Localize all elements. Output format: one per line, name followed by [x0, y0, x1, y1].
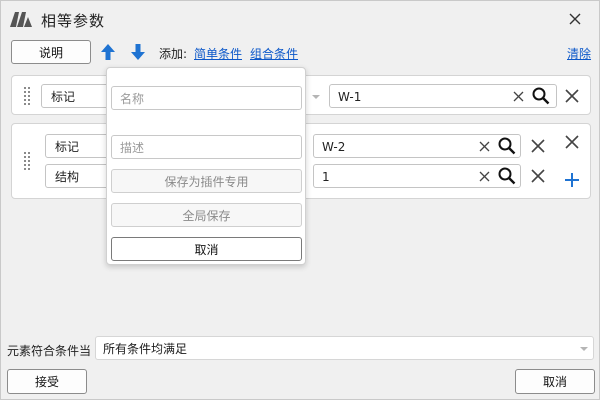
clear-link[interactable]: 清除	[567, 45, 591, 62]
app-logo-icon	[10, 12, 32, 27]
help-button[interactable]: 说明	[11, 40, 91, 64]
search-icon	[498, 167, 516, 185]
cancel-button[interactable]: 取消	[515, 369, 595, 394]
popup-cancel-button[interactable]: 取消	[111, 237, 302, 261]
description-input[interactable]: 描述	[111, 135, 302, 159]
clear-icon	[513, 91, 523, 101]
condition-value-input[interactable]: 1	[313, 164, 521, 188]
window-close-button[interactable]	[563, 7, 587, 31]
search-value-button[interactable]	[498, 167, 516, 185]
arrow-down-icon	[131, 44, 145, 60]
match-condition-label: 元素符合条件当	[7, 344, 92, 358]
condition-value-input[interactable]: W-1	[329, 84, 557, 108]
add-simple-condition-link[interactable]: 简单条件	[194, 45, 242, 62]
condition-field-select[interactable]: 结构	[45, 164, 115, 188]
match-mode-select[interactable]: 所有条件均满足	[95, 336, 594, 360]
condition-field-select[interactable]: 标记	[45, 134, 115, 158]
arrow-up-icon	[101, 44, 115, 60]
chevron-down-icon	[580, 347, 588, 351]
name-input[interactable]: 名称	[111, 86, 302, 110]
dialog-window: 相等参数 说明 添加: 简单条件 组合条件 清除 标记 W-1 标记 W-2 结…	[0, 0, 600, 400]
remove-icon	[531, 169, 545, 183]
remove-icon	[531, 139, 545, 153]
remove-icon	[565, 135, 579, 149]
remove-icon	[565, 89, 579, 103]
global-save-button[interactable]: 全局保存	[111, 203, 302, 227]
search-icon	[498, 137, 516, 155]
chevron-down-icon	[312, 95, 320, 99]
clear-value-button[interactable]	[477, 169, 491, 183]
close-icon	[569, 13, 581, 25]
search-icon	[532, 87, 550, 105]
condition-value: W-1	[338, 90, 362, 104]
clear-value-button[interactable]	[477, 139, 491, 153]
title-bar: 相等参数	[1, 1, 599, 37]
remove-row-button[interactable]	[529, 137, 547, 155]
remove-condition-button[interactable]	[563, 87, 581, 105]
remove-row-button[interactable]	[529, 167, 547, 185]
window-title: 相等参数	[41, 12, 106, 30]
add-icon	[565, 173, 579, 187]
remove-group-button[interactable]	[563, 133, 581, 151]
save-as-plugin-button[interactable]: 保存为插件专用	[111, 169, 302, 193]
accept-button[interactable]: 接受	[7, 369, 87, 394]
add-row-button[interactable]	[563, 171, 581, 189]
add-compound-condition-link[interactable]: 组合条件	[250, 45, 298, 62]
grip-icon[interactable]	[24, 87, 30, 105]
match-mode-value: 所有条件均满足	[103, 341, 188, 356]
condition-value: W-2	[322, 140, 346, 154]
clear-value-button[interactable]	[511, 89, 525, 103]
condition-value: 1	[322, 170, 330, 184]
clear-icon	[479, 171, 489, 181]
clear-icon	[479, 141, 489, 151]
grip-icon[interactable]	[24, 152, 30, 170]
condition-value-input[interactable]: W-2	[313, 134, 521, 158]
search-value-button[interactable]	[532, 87, 550, 105]
move-down-button[interactable]	[129, 42, 147, 62]
add-label: 添加:	[159, 47, 188, 61]
move-up-button[interactable]	[99, 42, 117, 62]
search-value-button[interactable]	[498, 137, 516, 155]
save-filter-popup: 名称 描述 保存为插件专用 全局保存 取消	[106, 67, 306, 265]
